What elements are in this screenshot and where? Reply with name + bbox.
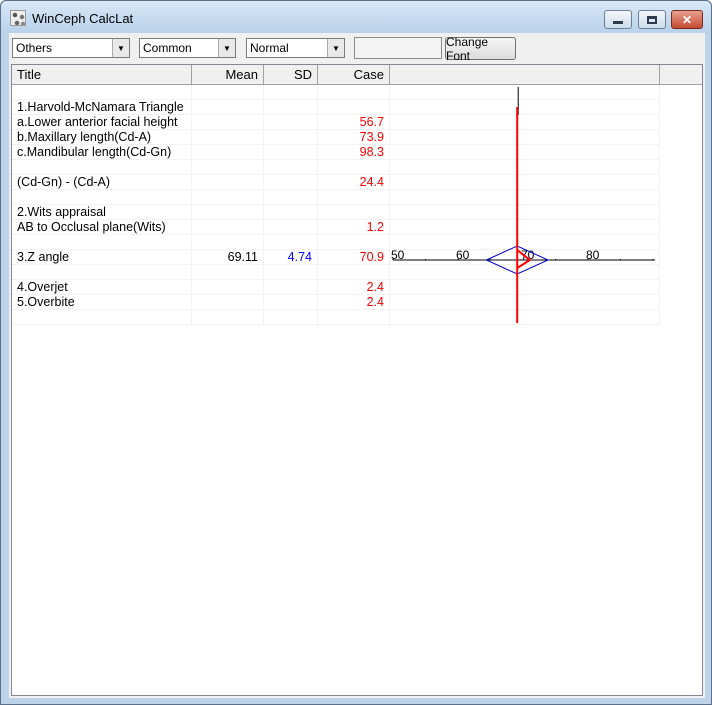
chevron-down-icon[interactable]: ▼ bbox=[112, 39, 129, 57]
row-case: 24.4 bbox=[318, 175, 390, 190]
row-title bbox=[12, 190, 192, 205]
row-title: AB to Occlusal plane(Wits) bbox=[12, 220, 192, 235]
row-case bbox=[318, 205, 390, 220]
row-title: 4.Overjet bbox=[12, 280, 192, 295]
row-mean bbox=[192, 115, 264, 130]
row-mean bbox=[192, 175, 264, 190]
row-case: 2.4 bbox=[318, 280, 390, 295]
row-title bbox=[12, 310, 192, 325]
row-mean bbox=[192, 100, 264, 115]
column-header-case[interactable]: Case bbox=[318, 65, 390, 84]
row-sd bbox=[264, 310, 318, 325]
row-mean bbox=[192, 310, 264, 325]
row-sd bbox=[264, 175, 318, 190]
norm-select-value: Normal bbox=[250, 41, 289, 55]
row-sd bbox=[264, 190, 318, 205]
row-sd bbox=[264, 100, 318, 115]
row-sd bbox=[264, 265, 318, 280]
row-sd bbox=[264, 295, 318, 310]
app-window: WinCeph CalcLat ✕ Others ▼ Common ▼ Norm… bbox=[0, 0, 712, 705]
row-sd: 4.74 bbox=[264, 250, 318, 265]
results-grid[interactable]: Title Mean SD Case 1.Harvold-McNamara Tr… bbox=[11, 64, 703, 696]
row-sd bbox=[264, 220, 318, 235]
scale-tick-label: 50 bbox=[391, 248, 405, 262]
row-title: 1.Harvold-McNamara Triangle bbox=[12, 100, 192, 115]
row-sd bbox=[264, 115, 318, 130]
close-button[interactable]: ✕ bbox=[671, 10, 703, 29]
row-case bbox=[318, 85, 390, 100]
row-case bbox=[318, 310, 390, 325]
row-mean bbox=[192, 160, 264, 175]
scale-tick-label: 80 bbox=[586, 248, 600, 262]
norm-select[interactable]: Normal ▼ bbox=[246, 38, 345, 58]
window-title: WinCeph CalcLat bbox=[32, 11, 134, 26]
column-header-mean[interactable]: Mean bbox=[192, 65, 264, 84]
group-select[interactable]: Common ▼ bbox=[139, 38, 236, 58]
row-case: 70.9 bbox=[318, 250, 390, 265]
row-mean bbox=[192, 145, 264, 160]
toolbar: Others ▼ Common ▼ Normal ▼ Change Font bbox=[9, 33, 705, 63]
row-case: 98.3 bbox=[318, 145, 390, 160]
row-title: 5.Overbite bbox=[12, 295, 192, 310]
row-case bbox=[318, 235, 390, 250]
change-font-button[interactable]: Change Font bbox=[445, 35, 516, 63]
category-select[interactable]: Others ▼ bbox=[12, 38, 130, 58]
category-select-value: Others bbox=[16, 41, 53, 55]
row-case bbox=[318, 265, 390, 280]
column-header-title[interactable]: Title bbox=[12, 65, 192, 84]
grid-header: Title Mean SD Case bbox=[12, 65, 702, 85]
column-header-sd[interactable]: SD bbox=[264, 65, 318, 84]
column-header-graph[interactable] bbox=[390, 65, 660, 84]
row-case bbox=[318, 160, 390, 175]
chevron-down-icon[interactable]: ▼ bbox=[327, 39, 344, 57]
row-title bbox=[12, 85, 192, 100]
row-mean: 69.11 bbox=[192, 250, 264, 265]
row-sd bbox=[264, 235, 318, 250]
row-case bbox=[318, 100, 390, 115]
close-icon: ✕ bbox=[681, 12, 693, 27]
row-mean bbox=[192, 265, 264, 280]
row-mean bbox=[192, 280, 264, 295]
row-mean bbox=[192, 295, 264, 310]
row-mean bbox=[192, 130, 264, 145]
row-case: 2.4 bbox=[318, 295, 390, 310]
row-mean bbox=[192, 235, 264, 250]
row-sd bbox=[264, 130, 318, 145]
row-title: 3.Z angle bbox=[12, 250, 192, 265]
row-case: 1.2 bbox=[318, 220, 390, 235]
row-case bbox=[318, 190, 390, 205]
row-case: 73.9 bbox=[318, 130, 390, 145]
row-sd bbox=[264, 160, 318, 175]
row-sd bbox=[264, 205, 318, 220]
row-title: 2.Wits appraisal bbox=[12, 205, 192, 220]
row-title: c.Mandibular length(Cd-Gn) bbox=[12, 145, 192, 160]
chevron-down-icon[interactable]: ▼ bbox=[218, 39, 235, 57]
row-sd bbox=[264, 145, 318, 160]
text-input[interactable] bbox=[354, 37, 442, 59]
row-case: 56.7 bbox=[318, 115, 390, 130]
title-bar[interactable]: WinCeph CalcLat ✕ bbox=[1, 1, 711, 33]
norm-graph: 50 60 70 80 bbox=[390, 85, 660, 325]
row-title bbox=[12, 235, 192, 250]
minimize-icon bbox=[613, 21, 623, 24]
row-title: (Cd-Gn) - (Cd-A) bbox=[12, 175, 192, 190]
client-area: Others ▼ Common ▼ Normal ▼ Change Font T… bbox=[9, 33, 705, 698]
maximize-icon bbox=[647, 15, 657, 24]
maximize-button[interactable] bbox=[638, 10, 666, 29]
row-sd bbox=[264, 85, 318, 100]
app-icon[interactable] bbox=[10, 10, 26, 26]
row-title: b.Maxillary length(Cd-A) bbox=[12, 130, 192, 145]
minimize-button[interactable] bbox=[604, 10, 632, 29]
group-select-value: Common bbox=[143, 41, 192, 55]
row-mean bbox=[192, 220, 264, 235]
row-mean bbox=[192, 190, 264, 205]
norm-graph-svg: 50 60 70 80 bbox=[391, 87, 655, 323]
row-title bbox=[12, 160, 192, 175]
row-mean bbox=[192, 85, 264, 100]
scale-tick-label: 60 bbox=[456, 248, 470, 262]
row-title: a.Lower anterior facial height bbox=[12, 115, 192, 130]
row-mean bbox=[192, 205, 264, 220]
row-title bbox=[12, 265, 192, 280]
row-sd bbox=[264, 280, 318, 295]
